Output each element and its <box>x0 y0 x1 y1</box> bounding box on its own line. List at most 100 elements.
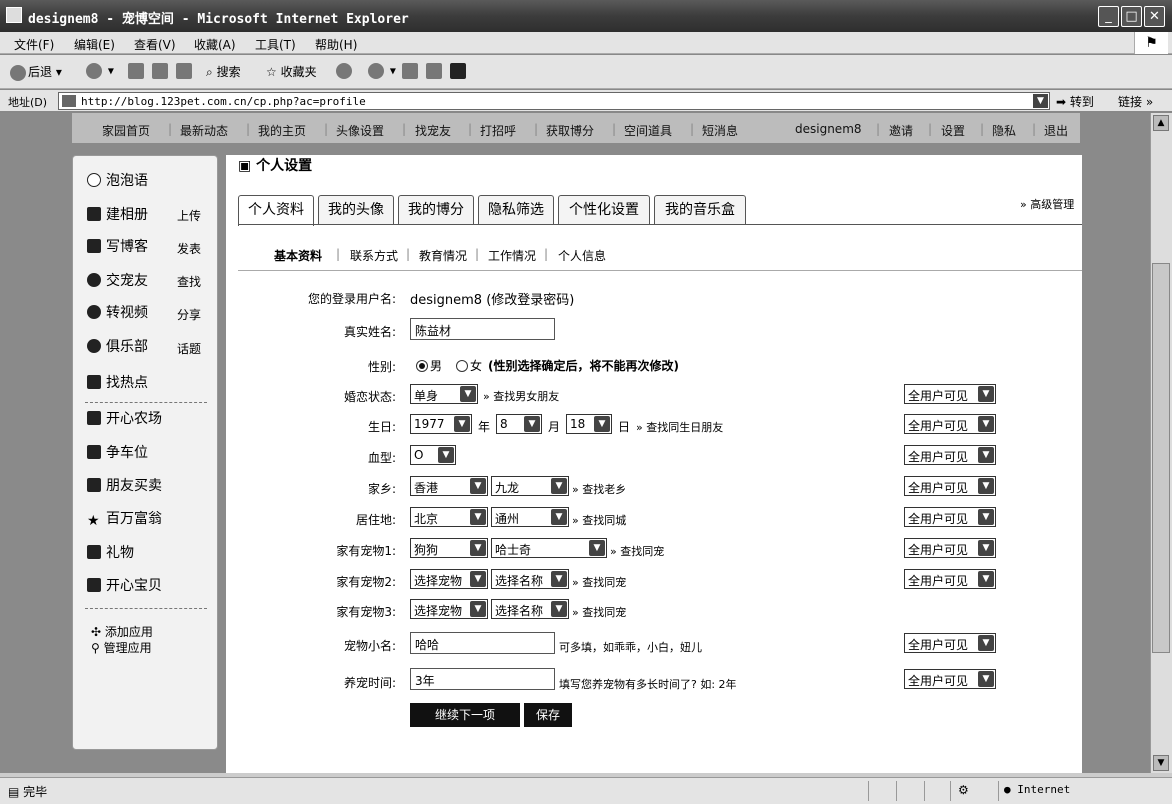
tab-personalize[interactable]: 个性化设置 <box>558 195 650 225</box>
next-step-button[interactable]: 继续下一项 <box>410 703 520 727</box>
residence-province-select[interactable]: 北京 ▼ <box>410 507 488 527</box>
sidebar-item-album[interactable]: 建相册 <box>87 204 148 224</box>
login-value[interactable]: designem8 (修改登录密码) <box>410 289 574 308</box>
sidebar-sub-find[interactable]: 查找 <box>177 273 201 290</box>
sidebar-item-bubble[interactable]: 泡泡语 <box>87 170 148 190</box>
nav-home[interactable]: 家园首页 <box>102 122 150 139</box>
pet-time-input[interactable]: 3年 <box>410 668 555 690</box>
menu-edit[interactable]: 编辑(E) <box>74 36 115 53</box>
nav-find-friend[interactable]: 找宠友 <box>415 122 451 139</box>
nav-settings[interactable]: 设置 <box>941 122 965 139</box>
privacy-select-birthday[interactable]: 全用户可见 ▼ <box>904 414 996 434</box>
links-button[interactable]: 链接 » <box>1118 93 1153 110</box>
sidebar-sub-publish[interactable]: 发表 <box>177 240 201 257</box>
residence-city-select[interactable]: 通州 ▼ <box>491 507 569 527</box>
back-button[interactable]: 后退 ▾ <box>10 63 62 81</box>
birthday-link[interactable]: » 查找同生日朋友 <box>636 419 723 435</box>
sidebar-item-blog[interactable]: 写博客 <box>87 236 148 256</box>
menu-favorites[interactable]: 收藏(A) <box>194 36 236 53</box>
pet1-link[interactable]: » 查找同宠 <box>610 543 664 559</box>
scroll-thumb[interactable] <box>1152 263 1170 653</box>
gender-male-option[interactable]: 男 <box>416 357 442 374</box>
subtab-contact[interactable]: 联系方式 <box>350 247 398 264</box>
name-input[interactable]: 陈益材 <box>410 318 555 340</box>
tab-music[interactable]: 我的音乐盒 <box>654 195 746 225</box>
print-button[interactable] <box>426 63 444 79</box>
pet1-type-select[interactable]: 狗狗 ▼ <box>410 538 488 558</box>
sidebar-item-video[interactable]: 转视频 <box>87 302 148 322</box>
blood-select[interactable]: O ▼ <box>410 445 456 465</box>
address-dropdown-icon[interactable]: ▼ <box>1033 94 1048 108</box>
nav-messages[interactable]: 短消息 <box>702 122 738 139</box>
nav-props[interactable]: 空间道具 <box>624 122 672 139</box>
advanced-link[interactable]: » 高级管理 <box>1020 196 1074 212</box>
manage-app-link[interactable]: ⚲ 管理应用 <box>91 639 152 656</box>
tab-points[interactable]: 我的博分 <box>398 195 474 225</box>
tab-profile[interactable]: 个人资料 <box>238 195 314 226</box>
radio-female[interactable] <box>456 360 468 372</box>
privacy-select-residence[interactable]: 全用户可见 ▼ <box>904 507 996 527</box>
edit-button[interactable] <box>450 63 468 79</box>
search-button[interactable]: ⌕ 搜索 <box>206 63 241 80</box>
pet1-breed-select[interactable]: 哈士奇 ▼ <box>491 538 607 558</box>
birth-year-select[interactable]: 1977 ▼ <box>410 414 472 434</box>
hometown-city-select[interactable]: 九龙 ▼ <box>491 476 569 496</box>
pet2-link[interactable]: » 查找同宠 <box>572 574 626 590</box>
pet3-breed-select[interactable]: 选择名称 ▼ <box>491 599 569 619</box>
pet-nick-input[interactable]: 哈哈 <box>410 632 555 654</box>
scroll-down-icon[interactable]: ▼ <box>1153 755 1169 771</box>
maximize-button[interactable]: □ <box>1121 6 1142 27</box>
hometown-province-select[interactable]: 香港 ▼ <box>410 476 488 496</box>
privacy-select-nick[interactable]: 全用户可见 ▼ <box>904 633 996 653</box>
save-button[interactable]: 保存 <box>524 703 572 727</box>
forward-button[interactable]: ▾ <box>86 63 114 79</box>
sidebar-item-hot[interactable]: 找热点 <box>87 372 148 392</box>
residence-link[interactable]: » 查找同城 <box>572 512 626 528</box>
menu-help[interactable]: 帮助(H) <box>315 36 357 53</box>
pet3-type-select[interactable]: 选择宠物 ▼ <box>410 599 488 619</box>
gender-female-option[interactable]: 女 <box>456 357 482 374</box>
sidebar-sub-topic[interactable]: 话题 <box>177 340 201 357</box>
address-input[interactable]: http://blog.123pet.com.cn/cp.php?ac=prof… <box>58 92 1050 110</box>
marital-select[interactable]: 单身 ▼ <box>410 384 478 404</box>
privacy-select-pet2[interactable]: 全用户可见 ▼ <box>904 569 996 589</box>
minimize-button[interactable]: _ <box>1098 6 1119 27</box>
menu-file[interactable]: 文件(F) <box>14 36 54 53</box>
pet2-type-select[interactable]: 选择宠物 ▼ <box>410 569 488 589</box>
mail-button[interactable] <box>402 63 420 79</box>
scroll-up-icon[interactable]: ▲ <box>1153 115 1169 131</box>
privacy-select-time[interactable]: 全用户可见 ▼ <box>904 669 996 689</box>
tab-privacy[interactable]: 隐私筛选 <box>478 195 554 225</box>
subtab-work[interactable]: 工作情况 <box>488 247 536 264</box>
add-app-link[interactable]: ✣ 添加应用 <box>91 623 153 640</box>
subtab-education[interactable]: 教育情况 <box>419 247 467 264</box>
close-button[interactable]: ✕ <box>1144 6 1165 27</box>
subtab-personal[interactable]: 个人信息 <box>558 247 606 264</box>
go-button[interactable]: ➡ 转到 <box>1056 93 1094 110</box>
birth-day-select[interactable]: 18 ▼ <box>566 414 612 434</box>
sidebar-item-parking[interactable]: 争车位 <box>87 442 148 462</box>
hometown-link[interactable]: » 查找老乡 <box>572 481 626 497</box>
radio-male[interactable] <box>416 360 428 372</box>
menu-view[interactable]: 查看(V) <box>134 36 176 53</box>
sidebar-sub-share[interactable]: 分享 <box>177 306 201 323</box>
privacy-select-blood[interactable]: 全用户可见 ▼ <box>904 445 996 465</box>
tab-avatar[interactable]: 我的头像 <box>318 195 394 225</box>
pet2-breed-select[interactable]: 选择名称 ▼ <box>491 569 569 589</box>
media-button[interactable] <box>336 63 354 79</box>
nav-my-home[interactable]: 我的主页 <box>258 122 306 139</box>
sidebar-item-gift[interactable]: 礼物 <box>87 542 134 562</box>
privacy-select-hometown[interactable]: 全用户可见 ▼ <box>904 476 996 496</box>
nav-username[interactable]: designem8 <box>795 122 862 136</box>
nav-greet[interactable]: 打招呼 <box>480 122 516 139</box>
sidebar-item-club[interactable]: 俱乐部 <box>87 336 148 356</box>
history-button[interactable]: ▾ <box>368 63 396 79</box>
nav-privacy[interactable]: 隐私 <box>992 122 1016 139</box>
favorites-button[interactable]: ☆ 收藏夹 <box>266 63 317 80</box>
sidebar-item-millionaire[interactable]: ★ 百万富翁 <box>87 508 162 528</box>
birth-month-select[interactable]: 8 ▼ <box>496 414 542 434</box>
sidebar-item-trade[interactable]: 朋友买卖 <box>87 475 162 495</box>
subtab-basic[interactable]: 基本资料 <box>274 247 322 264</box>
pet3-link[interactable]: » 查找同宠 <box>572 604 626 620</box>
nav-points[interactable]: 获取博分 <box>546 122 594 139</box>
